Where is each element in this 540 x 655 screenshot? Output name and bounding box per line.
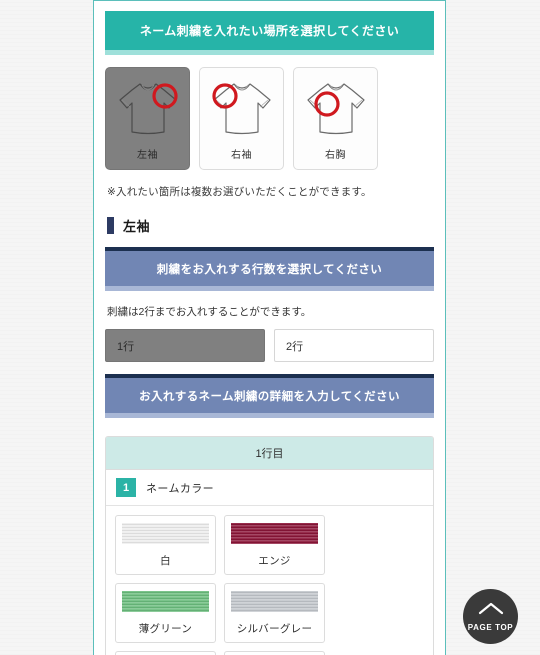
color-chip <box>231 591 318 613</box>
detail-prompt-banner: お入れするネーム刺繍の詳細を入力してください <box>105 374 434 419</box>
color-swatch-green[interactable]: グリーン <box>224 651 325 655</box>
row-count-option-2[interactable]: 2行 <box>274 329 434 363</box>
placement-card-left-sleeve[interactable]: 左袖 <box>105 67 190 171</box>
name-color-field-header: 1 ネームカラー <box>106 470 433 507</box>
color-swatch-label: 白 <box>160 555 171 568</box>
color-swatch-label: 薄グリーン <box>138 623 193 636</box>
tshirt-right-sleeve-icon <box>204 74 280 144</box>
step-number-badge: 1 <box>116 478 136 498</box>
placement-card-right-chest[interactable]: 右胸 <box>293 67 378 171</box>
row-count-option-label: 1行 <box>117 340 135 353</box>
placement-card-label: 左袖 <box>137 150 158 162</box>
color-swatch-choco[interactable]: チョコ <box>115 651 216 655</box>
color-swatch-usu-green[interactable]: 薄グリーン <box>115 583 216 644</box>
placement-card-group: 左袖 右袖 右胸 <box>105 67 434 171</box>
row-count-option-group: 1行 2行 <box>105 329 434 363</box>
placement-card-label: 右袖 <box>231 150 252 162</box>
placement-card-right-sleeve[interactable]: 右袖 <box>199 67 284 171</box>
color-swatch-grid: 白 エンジ 薄グリーン シルバーグレー チョコ <box>106 506 433 655</box>
color-swatch-enji[interactable]: エンジ <box>224 515 325 576</box>
heading-accent-bar <box>107 217 114 235</box>
row-count-option-label: 2行 <box>286 340 304 353</box>
color-swatch-label: シルバーグレー <box>236 623 313 636</box>
section-heading-label: 左袖 <box>123 219 151 235</box>
rows-prompt-banner: 刺繍をお入れする行数を選択してください <box>105 247 434 292</box>
placement-prompt-banner: ネーム刺繍を入れたい場所を選択してください <box>105 11 434 56</box>
product-option-panel: ネーム刺繍を入れたい場所を選択してください 左袖 右袖 右胸 ※入れたい箇所は複… <box>93 0 446 655</box>
section-heading: 左袖 <box>107 216 434 235</box>
line-number-header: 1行目 <box>106 437 433 471</box>
name-color-field-label: ネームカラー <box>146 482 215 495</box>
row-count-option-1[interactable]: 1行 <box>105 329 265 363</box>
tshirt-right-chest-icon <box>298 74 374 144</box>
chevron-up-icon <box>478 602 504 620</box>
page-top-label: PAGE TOP <box>467 622 514 632</box>
page-top-button[interactable]: PAGE TOP <box>463 589 518 644</box>
multi-select-note: ※入れたい箇所は複数お選びいただくことができます。 <box>107 186 372 199</box>
tshirt-left-sleeve-icon <box>110 74 186 144</box>
color-chip <box>231 523 318 545</box>
color-chip <box>122 591 209 613</box>
color-swatch-shiro[interactable]: 白 <box>115 515 216 576</box>
color-swatch-silver-gray[interactable]: シルバーグレー <box>224 583 325 644</box>
color-swatch-label: エンジ <box>258 555 291 568</box>
max-rows-note: 刺繍は2行までお入れすることができます。 <box>107 306 312 319</box>
color-chip <box>122 523 209 545</box>
placement-card-label: 右胸 <box>325 150 346 162</box>
embroidery-detail-box: 1行目 1 ネームカラー 白 エンジ 薄グリーン シルバーグレー <box>105 436 434 655</box>
